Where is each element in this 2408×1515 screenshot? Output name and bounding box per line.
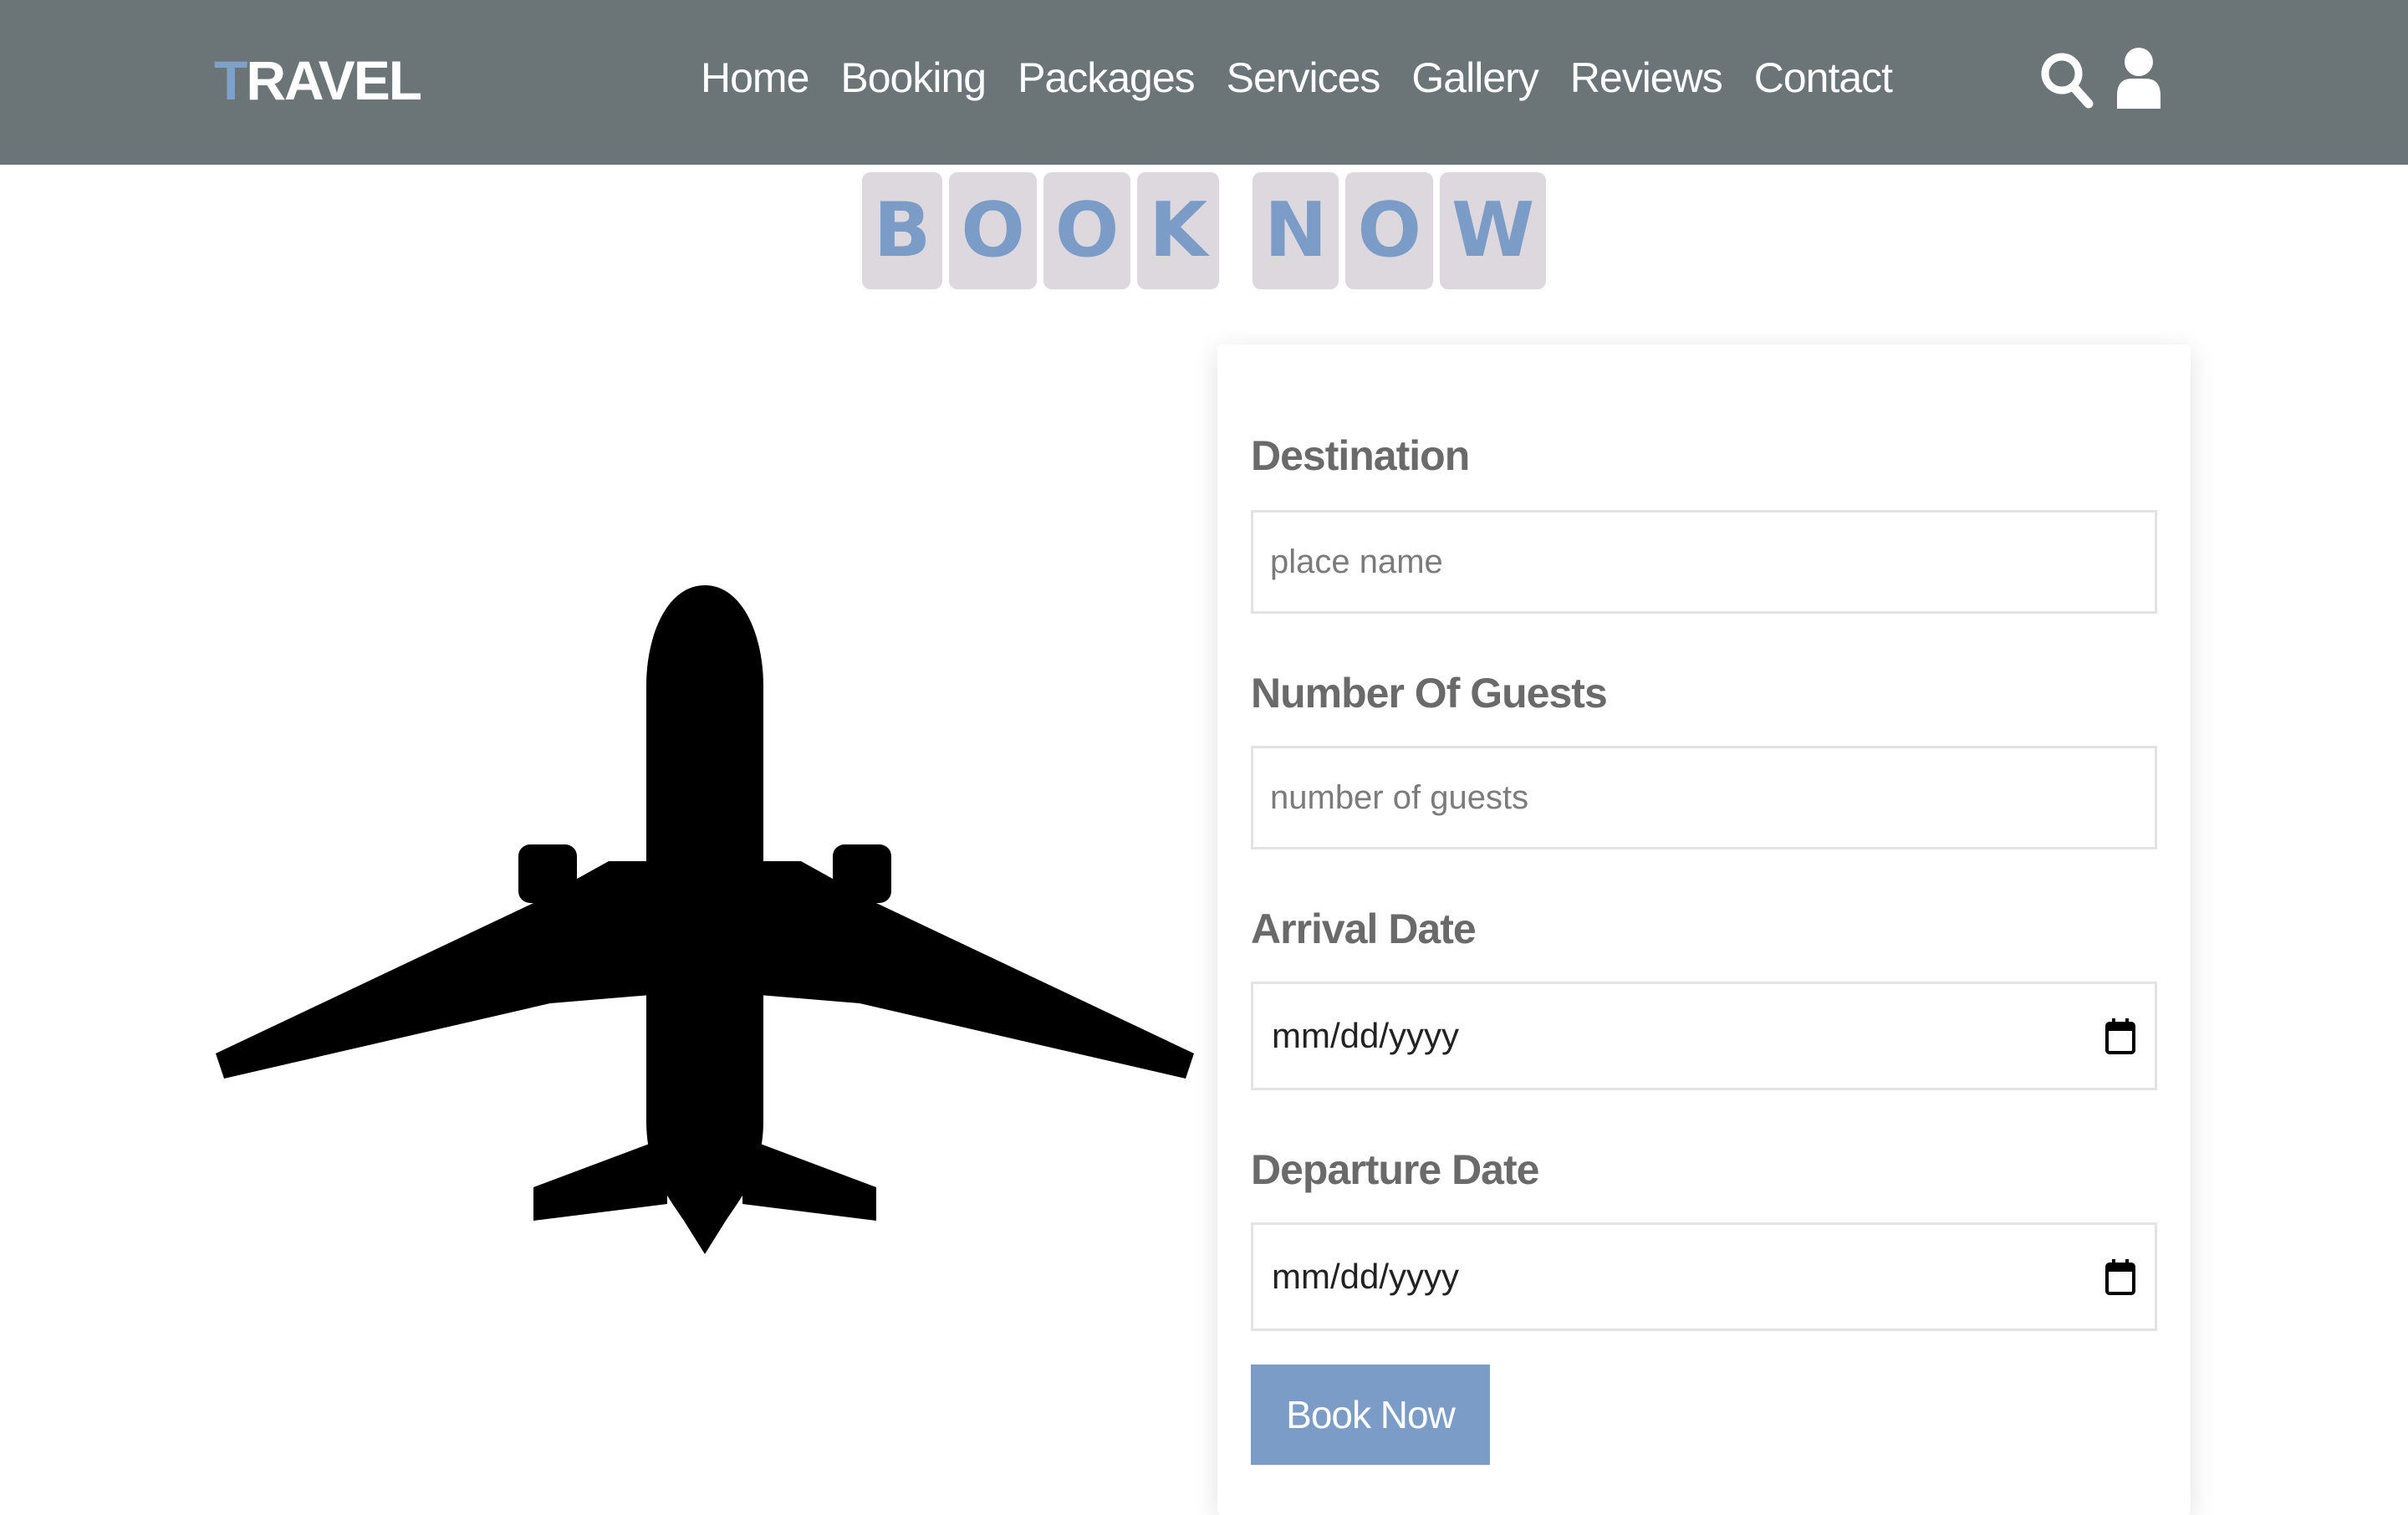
nav-packages[interactable]: Packages <box>1018 54 1196 102</box>
nav-home[interactable]: Home <box>701 54 809 102</box>
title-letter: N <box>1252 172 1339 289</box>
nav-booking[interactable]: Booking <box>840 54 987 102</box>
departure-date-input[interactable]: mm/dd/yyyy <box>1251 1222 2157 1331</box>
title-letter: O <box>1043 172 1131 289</box>
calendar-icon[interactable] <box>2104 1257 2136 1296</box>
logo[interactable]: TRAVEL <box>214 48 422 112</box>
departure-date-label: Departure Date <box>1251 1146 1539 1193</box>
nav-gallery[interactable]: Gallery <box>1411 54 1538 102</box>
calendar-icon[interactable] <box>2104 1017 2136 1055</box>
nav-reviews[interactable]: Reviews <box>1570 54 1723 102</box>
booking-form: Destination Number Of Guests Arrival Dat… <box>1217 344 2191 1515</box>
arrival-date-input[interactable]: mm/dd/yyyy <box>1251 982 2157 1090</box>
logo-text: RAVEL <box>246 49 422 111</box>
search-icon[interactable] <box>2037 45 2095 112</box>
site-header: TRAVEL Home Booking Packages Services Ga… <box>0 0 2408 165</box>
book-now-heading: B O O K N O W <box>0 172 2408 289</box>
title-letter: K <box>1137 172 1220 289</box>
main-nav: Home Booking Packages Services Gallery R… <box>701 54 1893 102</box>
book-now-button[interactable]: Book Now <box>1251 1365 1490 1465</box>
nav-contact[interactable]: Contact <box>1754 54 1893 102</box>
title-letter: O <box>949 172 1037 289</box>
logo-accent-letter: T <box>214 49 247 111</box>
guests-input[interactable] <box>1251 746 2157 849</box>
arrival-date-value: mm/dd/yyyy <box>1272 1016 1460 1055</box>
nav-services[interactable]: Services <box>1227 54 1381 102</box>
destination-label: Destination <box>1251 432 1470 479</box>
arrival-date-label: Arrival Date <box>1251 905 1477 952</box>
title-letter: W <box>1439 172 1547 289</box>
guests-label: Number Of Guests <box>1251 670 1608 717</box>
title-word-book: B O O K <box>861 172 1220 289</box>
title-letter: O <box>1345 172 1433 289</box>
title-word-now: N O W <box>1252 172 1547 289</box>
airplane-image <box>216 585 1194 1254</box>
title-spacer <box>1219 172 1252 289</box>
departure-date-value: mm/dd/yyyy <box>1272 1257 1460 1296</box>
user-icon[interactable] <box>2112 45 2171 112</box>
title-letter: B <box>861 172 943 289</box>
destination-input[interactable] <box>1251 510 2157 614</box>
